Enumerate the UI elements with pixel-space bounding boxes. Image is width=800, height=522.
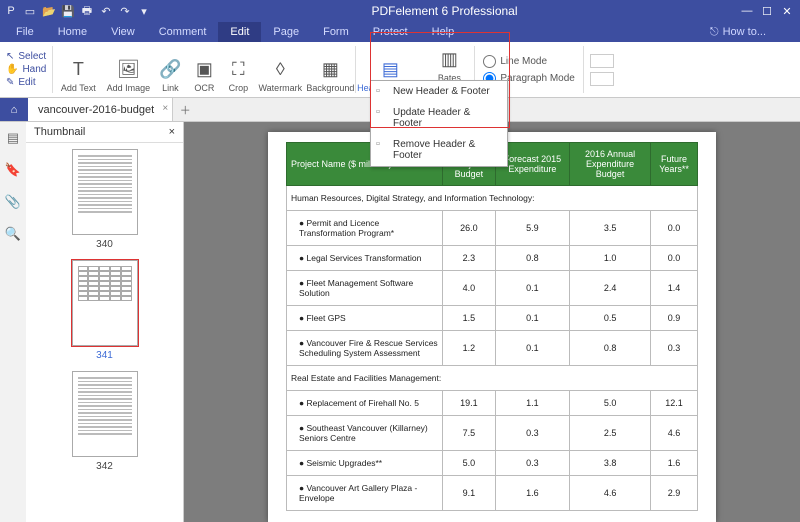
table-row: ● Permit and Licence Transformation Prog… — [287, 211, 698, 246]
document-tab[interactable]: vancouver-2016-budget × — [28, 98, 173, 121]
home-icon: ⌂ — [11, 104, 18, 116]
header-footer-dropdown: New Header & Footer Update Header & Foot… — [370, 80, 508, 167]
qat-open-icon[interactable]: 📂 — [42, 4, 56, 18]
arrow-icon: ↖ — [6, 51, 14, 62]
menu-home[interactable]: Home — [46, 22, 99, 42]
qat-redo-icon[interactable]: ↷ — [118, 4, 132, 18]
app-title: PDFelement 6 Professional — [151, 4, 738, 18]
background-icon: ▦ — [319, 58, 341, 80]
menubar: File Home View Comment Edit Page Form Pr… — [0, 22, 800, 42]
menu-edit[interactable]: Edit — [218, 22, 261, 42]
table-row: ● Fleet GPS1.50.10.50.9 — [287, 306, 698, 331]
dropdown-remove[interactable]: Remove Header & Footer — [371, 134, 507, 166]
close-panel-icon[interactable]: × — [169, 126, 175, 138]
line-mode-radio[interactable]: Line Mode — [483, 55, 575, 68]
tool-select[interactable]: ↖Select — [6, 51, 46, 62]
add-text-button[interactable]: TAdd Text — [53, 42, 103, 97]
menu-protect[interactable]: Protect — [361, 22, 420, 42]
hand-icon: ✋ — [6, 64, 18, 75]
view-option-1[interactable] — [590, 54, 614, 68]
table-section: Real Estate and Facilities Management: — [287, 366, 698, 391]
link-button[interactable]: 🔗Link — [153, 42, 187, 97]
crop-button[interactable]: ⛶Crop — [221, 42, 255, 97]
qat-more-icon[interactable]: ▾ — [137, 4, 151, 18]
watermark-button[interactable]: ◊Watermark — [255, 42, 305, 97]
search-icon[interactable]: 🔍 — [5, 226, 21, 242]
close-tab-icon[interactable]: × — [162, 103, 168, 114]
pdf-page: Project Name ($ millions) Total Project … — [268, 132, 716, 522]
pencil-icon: ✎ — [6, 77, 14, 88]
table-row: ● Southeast Vancouver (Killarney) Senior… — [287, 416, 698, 451]
tool-edit[interactable]: ✎Edit — [6, 77, 36, 88]
menu-file[interactable]: File — [4, 22, 46, 42]
qat-undo-icon[interactable]: ↶ — [99, 4, 113, 18]
table-row: ● Fleet Management Software Solution4.00… — [287, 271, 698, 306]
watermark-icon: ◊ — [269, 58, 291, 80]
table-section: Human Resources, Digital Strategy, and I… — [287, 186, 698, 211]
th-2016: 2016 Annual Expenditure Budget — [570, 143, 651, 186]
background-button[interactable]: ▦Background — [305, 42, 355, 97]
thumb-340[interactable]: 340 — [72, 149, 138, 250]
image-icon: 🖼 — [117, 58, 139, 80]
ocr-icon: ▣ — [193, 58, 215, 80]
table-row: ● Vancouver Fire & Rescue Services Sched… — [287, 331, 698, 366]
new-tab-button[interactable]: ＋ — [173, 98, 197, 121]
window-minimize[interactable]: — — [738, 3, 756, 19]
attachment-icon[interactable]: 📎 — [5, 194, 21, 210]
data-table: Project Name ($ millions) Total Project … — [286, 142, 698, 511]
ocr-button[interactable]: ▣OCR — [187, 42, 221, 97]
table-row: ● Replacement of Firehall No. 519.11.15.… — [287, 391, 698, 416]
bookmark-icon[interactable]: 🔖 — [5, 162, 21, 178]
thumb-342[interactable]: 342 — [72, 371, 138, 472]
text-icon: T — [67, 58, 89, 80]
menu-help[interactable]: Help — [420, 22, 467, 42]
link-icon: 🔗 — [159, 58, 181, 80]
bates-icon: ▥ — [438, 48, 460, 70]
table-row: ● Seismic Upgrades**5.00.33.81.6 — [287, 451, 698, 476]
menu-comment[interactable]: Comment — [147, 22, 219, 42]
window-maximize[interactable]: ☐ — [758, 3, 776, 19]
home-tab-button[interactable]: ⌂ — [0, 98, 28, 121]
view-option-2[interactable] — [590, 72, 614, 86]
qat-print-icon[interactable]: 🖶 — [80, 4, 94, 18]
crop-icon: ⛶ — [227, 58, 249, 80]
table-row: ● Vancouver Art Gallery Plaza - Envelope… — [287, 476, 698, 511]
thumbnails-icon[interactable]: ▤ — [7, 130, 19, 146]
window-close[interactable]: ✕ — [778, 3, 796, 19]
dropdown-new[interactable]: New Header & Footer — [371, 81, 507, 102]
thumbnail-title: Thumbnail — [34, 126, 85, 138]
qat-save-icon[interactable]: 💾 — [61, 4, 75, 18]
page-canvas[interactable]: Project Name ($ millions) Total Project … — [184, 122, 800, 522]
how-to-link[interactable]: ⎋How to... — [710, 26, 796, 39]
app-logo-icon: P — [4, 4, 18, 18]
menu-page[interactable]: Page — [261, 22, 311, 42]
tool-hand[interactable]: ✋Hand — [6, 64, 46, 75]
menu-form[interactable]: Form — [311, 22, 361, 42]
header-footer-icon: ▤ — [379, 58, 401, 80]
side-iconbar: ▤ 🔖 📎 🔍 — [0, 122, 26, 522]
thumbnail-panel: Thumbnail × 340 341 342 — [26, 122, 184, 522]
table-row: ● Legal Services Transformation2.30.81.0… — [287, 246, 698, 271]
thumb-341[interactable]: 341 — [72, 260, 138, 361]
dropdown-update[interactable]: Update Header & Footer — [371, 102, 507, 134]
menu-view[interactable]: View — [99, 22, 147, 42]
location-icon: ⎋ — [710, 26, 719, 39]
th-future: Future Years** — [651, 143, 698, 186]
qat-new-icon[interactable]: ▭ — [23, 4, 37, 18]
add-image-button[interactable]: 🖼Add Image — [103, 42, 153, 97]
